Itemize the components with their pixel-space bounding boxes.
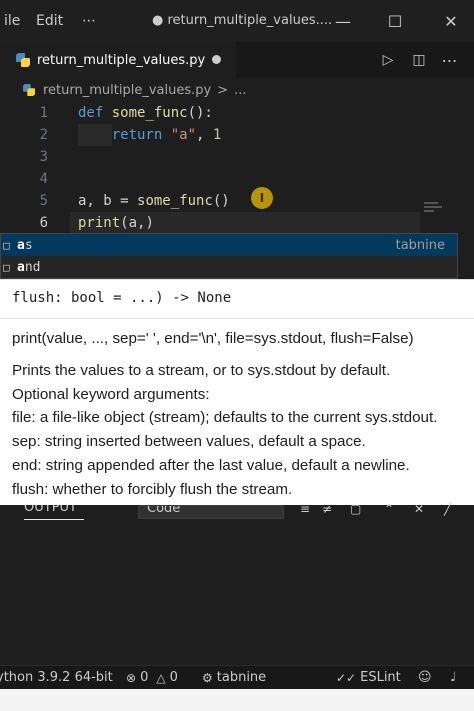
breadcrumb: return_multiple_values.py > ...: [0, 78, 474, 102]
line-number: 1: [39, 105, 48, 121]
panel-edge-icon: ╱: [444, 502, 452, 516]
maximize-button[interactable]: ☐: [370, 0, 420, 42]
output-channel-select[interactable]: Code: [138, 505, 284, 519]
suggest-widget: □ as tabnine □ and: [0, 233, 458, 279]
minimize-button[interactable]: —: [318, 0, 368, 42]
more-actions-icon[interactable]: ⋯: [440, 50, 460, 70]
python-file-icon: [16, 53, 30, 67]
maximize-panel-icon[interactable]: ⌃: [384, 503, 394, 515]
tabnine-status[interactable]: ⚙ tabnine: [202, 670, 266, 685]
split-editor-icon[interactable]: ◫: [409, 50, 429, 70]
bottom-panel: OUTPUT Code ≡ ≠ ▢ ⌃ ✕ ╱: [0, 502, 474, 665]
warning-icon: △: [156, 670, 166, 685]
panel-tab-output[interactable]: OUTPUT: [24, 505, 76, 515]
code-line[interactable]: 1 def some_func():: [0, 102, 474, 124]
close-window-button[interactable]: ✕: [426, 0, 474, 42]
close-panel-icon[interactable]: ✕: [414, 503, 424, 515]
code-text: a, b = some_func(): [78, 193, 230, 209]
problems-indicator[interactable]: ⊗ 0 △ 0: [126, 670, 178, 685]
python-file-icon: [23, 84, 35, 96]
menu-more[interactable]: ⋯: [72, 0, 107, 42]
breadcrumb-more[interactable]: ...: [234, 83, 246, 98]
hover-documentation: flush: bool = ...) -> None print(value, …: [0, 279, 474, 505]
tab-label: return_multiple_values.py: [37, 52, 206, 68]
unsaved-dot-icon[interactable]: [212, 55, 221, 64]
python-interpreter[interactable]: ython 3.9.2 64-bit: [0, 670, 113, 685]
suggest-label: and: [17, 259, 41, 275]
code-line[interactable]: 5 a, b = some_func(): [0, 190, 474, 212]
code-line[interactable]: 4: [0, 168, 474, 190]
list-icon[interactable]: ≡: [300, 503, 310, 515]
feedback-icon[interactable]: ☺: [418, 670, 432, 685]
status-bar: ython 3.9.2 64-bit ⊗ 0 △ 0 ⚙ tabnine ✓✓ …: [0, 665, 474, 689]
suggest-item[interactable]: □ and: [1, 256, 457, 278]
code-line[interactable]: 3: [0, 146, 474, 168]
breadcrumb-file[interactable]: return_multiple_values.py: [43, 83, 211, 98]
lightbulb-icon[interactable]: I: [251, 187, 273, 209]
menu-edit[interactable]: Edit: [26, 0, 73, 42]
lock-icon[interactable]: ▢: [350, 503, 361, 515]
minimap[interactable]: [424, 202, 446, 216]
doc-line: flush: whether to forcibly flush the str…: [12, 481, 293, 498]
tab-return-multiple-values[interactable]: return_multiple_values.py: [0, 42, 236, 78]
doc-line: end: string appended after the last valu…: [12, 457, 410, 474]
line-number: 3: [39, 149, 48, 165]
run-icon[interactable]: ▷: [378, 50, 398, 70]
line-number: 4: [39, 171, 48, 187]
line-number: 2: [39, 127, 48, 143]
doc-line: Prints the values to a stream, or to sys…: [12, 362, 391, 379]
line-number: 6: [39, 215, 48, 231]
active-tab-underline: [24, 519, 84, 520]
code-line[interactable]: 6 print(a,): [0, 212, 474, 234]
doc-line: file: a file-like object (stream); defau…: [12, 409, 438, 426]
code-text: return "a", 1: [111, 127, 222, 143]
code-text: def some_func():: [78, 105, 213, 121]
title-bar: ile Edit ⋯ ● return_multiple_values.... …: [0, 0, 474, 42]
tabnine-icon: ⚙: [202, 670, 213, 685]
doc-signature: print(value, ..., sep=' ', end='\n', fil…: [12, 330, 414, 347]
check-double-icon: ✓✓: [336, 670, 357, 685]
breadcrumb-separator: >: [217, 82, 229, 98]
error-icon: ⊗: [126, 670, 137, 685]
keyword-icon: □: [3, 260, 10, 274]
suggest-label: as: [17, 237, 33, 253]
keyword-icon: □: [3, 238, 10, 252]
eslint-status[interactable]: ✓✓ ESLint: [336, 670, 401, 685]
window-title: ● return_multiple_values....: [152, 13, 333, 28]
bottom-strip: [0, 689, 474, 711]
line-number: 5: [39, 193, 48, 209]
hover-divider: [0, 318, 474, 319]
doc-line: sep: string inserted between values, def…: [12, 433, 366, 450]
suggest-item[interactable]: □ as tabnine: [1, 234, 457, 256]
clear-output-icon[interactable]: ≠: [322, 503, 332, 515]
code-line[interactable]: 2 return "a", 1: [0, 124, 474, 146]
signature-tail: flush: bool = ...) -> None: [12, 290, 232, 306]
doc-line: Optional keyword arguments:: [12, 386, 210, 403]
suggest-source: tabnine: [395, 237, 445, 253]
editor-tabs-bar: return_multiple_values.py ▷ ◫ ⋯: [0, 42, 474, 78]
bell-icon[interactable]: ♩: [450, 670, 456, 685]
code-editor[interactable]: 1 def some_func(): 2 return "a", 1 3 4 5 a, b …: [0, 102, 474, 300]
code-text: print(a,): [78, 215, 154, 231]
